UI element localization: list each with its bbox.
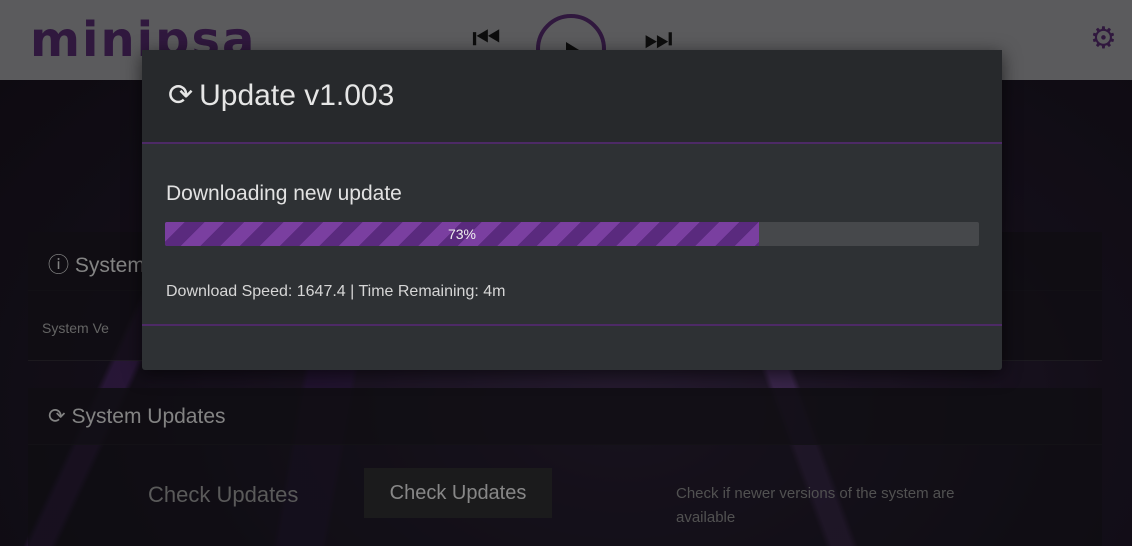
modal-footer [142, 324, 1002, 372]
refresh-icon: ⟳ [168, 79, 194, 112]
download-status: Downloading new update [166, 182, 402, 205]
modal-title: ⟳ Update v1.003 [168, 79, 395, 112]
progress-label: 73% [447, 226, 477, 242]
modal-header: ⟳ Update v1.003 [142, 50, 1002, 144]
download-speed-text: Download Speed: 1647.4 | Time Remaining:… [166, 283, 506, 300]
download-progress-bar: 73% [165, 222, 979, 246]
update-modal: ⟳ Update v1.003 Downloading new update 73… [142, 50, 1002, 370]
